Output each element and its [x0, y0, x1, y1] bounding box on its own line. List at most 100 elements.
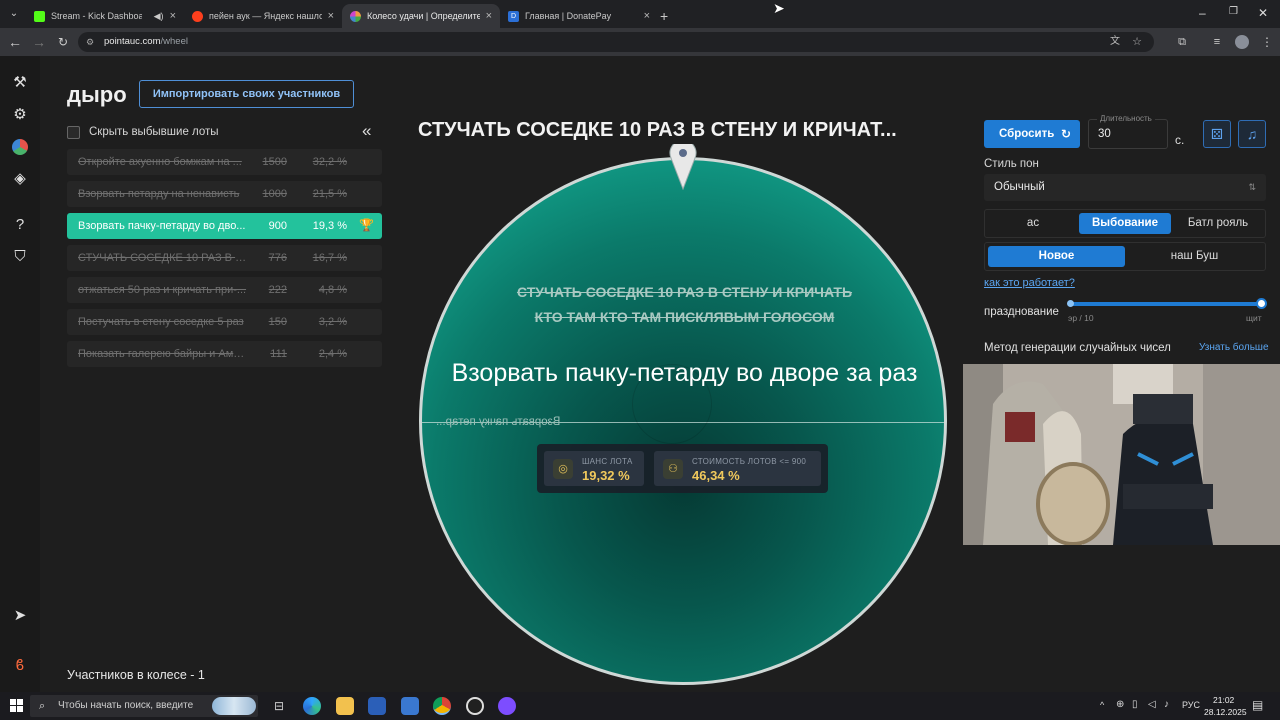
- lot-row-winner[interactable]: Взорвать пачку-петарду во дво... 900 19,…: [67, 213, 382, 239]
- app-icon[interactable]: [498, 697, 516, 715]
- chrome-icon[interactable]: [433, 697, 451, 715]
- tray-mic-icon[interactable]: ▯: [1132, 699, 1138, 710]
- reload-icon[interactable]: ↻: [55, 34, 71, 50]
- close-window-icon[interactable]: ✕: [1258, 6, 1268, 20]
- lot-row[interactable]: Постучать в стену соседке 5 раз 150 3,2 …: [67, 309, 382, 335]
- profile-avatar[interactable]: [1235, 35, 1249, 49]
- notifications-icon[interactable]: ▤: [1252, 698, 1263, 712]
- import-participants-button[interactable]: Импортировать своих участников: [139, 80, 354, 108]
- duration-field[interactable]: Длительность 30: [1088, 114, 1168, 149]
- collapse-panel-icon[interactable]: «: [362, 121, 371, 141]
- mode-option-battle-royale[interactable]: Батл рояль: [1173, 213, 1263, 234]
- close-icon[interactable]: ×: [486, 10, 492, 22]
- url-input[interactable]: ⚙ pointauc.com/wheel 文 ☆: [78, 32, 1154, 52]
- lot-name: Показать галерею байры и Амы-...: [78, 348, 252, 360]
- celebration-label: празднование: [984, 306, 1059, 318]
- lot-percent: 32,2 %: [312, 156, 347, 168]
- site-info-icon[interactable]: ⚙: [86, 32, 94, 52]
- reset-button[interactable]: Сбросить ↻: [984, 120, 1080, 148]
- close-icon[interactable]: ×: [644, 10, 650, 22]
- slider-max-label: щит: [1246, 313, 1262, 323]
- mirrored-segment-label: Взорвать пачку петар...: [436, 416, 561, 428]
- url-path: /wheel: [160, 36, 188, 47]
- lot-row[interactable]: Откройте ахуенно бомжам на ... 1500 32,2…: [67, 149, 382, 175]
- store-icon[interactable]: [368, 697, 386, 715]
- slider-start-dot: [1067, 300, 1074, 307]
- back-icon[interactable]: ←: [7, 34, 23, 50]
- order-option-second[interactable]: наш Буш: [1126, 246, 1263, 267]
- style-select[interactable]: Обычный ⇅: [984, 174, 1266, 201]
- lot-name: отжаться 50 раз и кричать при-...: [78, 284, 247, 296]
- mode-option-classic[interactable]: ас: [988, 213, 1078, 234]
- music-button[interactable]: ♫: [1238, 120, 1266, 148]
- mode-toggle: ас Выбование Батл рояль: [984, 209, 1266, 238]
- tab-label: пейен аук — Яндекс нашлось: [209, 11, 322, 21]
- obs-icon[interactable]: [466, 697, 484, 715]
- forward-icon[interactable]: →: [31, 34, 47, 50]
- mail-icon[interactable]: [401, 697, 419, 715]
- fortune-wheel[interactable]: СТУЧАТЬ СОСЕДКЕ 10 РАЗ В СТЕНУ И КРИЧАТЬ…: [419, 157, 947, 685]
- telegram-icon[interactable]: ➤: [10, 606, 30, 626]
- style-label: Стиль пон: [984, 158, 1039, 170]
- help-icon[interactable]: ?: [10, 215, 30, 235]
- lot-percent: 3,2 %: [318, 316, 347, 328]
- lot-value: 111: [270, 348, 287, 360]
- settings-gear-icon[interactable]: ⚙: [10, 105, 30, 125]
- search-placeholder: Чтобы начать поиск, введите: [58, 700, 194, 711]
- learn-more-link[interactable]: Узнать больше: [1199, 342, 1269, 353]
- translate-icon[interactable]: 文: [1110, 32, 1120, 52]
- tab-label: Stream - Kick Dashboard: [51, 11, 142, 21]
- slider-thumb[interactable]: [1256, 298, 1267, 309]
- taskbar-search-input[interactable]: ⌕ Чтобы начать поиск, введите: [30, 695, 258, 717]
- target-icon: ◎: [553, 459, 573, 479]
- speaker-icon[interactable]: ◀): [154, 11, 164, 22]
- order-option-new[interactable]: Новое: [988, 246, 1125, 267]
- tray-sound-icon[interactable]: ♪: [1164, 699, 1169, 710]
- lot-value: 150: [268, 316, 287, 328]
- donatepay-favicon-icon: D: [508, 10, 519, 22]
- windows-start-icon[interactable]: [10, 699, 23, 712]
- close-icon[interactable]: ×: [328, 10, 334, 22]
- layers-icon[interactable]: ◈: [10, 169, 30, 189]
- file-explorer-icon[interactable]: [336, 697, 354, 715]
- lot-row[interactable]: Взорвать петарду на ненависть 1000 21,5 …: [67, 181, 382, 207]
- tray-language[interactable]: РУС: [1182, 700, 1200, 710]
- tray-clock-time[interactable]: 21:02: [1213, 695, 1234, 705]
- auction-hammer-icon[interactable]: ⚒: [10, 73, 30, 93]
- lot-row[interactable]: СТУЧАТЬ СОСЕДКЕ 10 РАЗ В СТ... 776 16,7 …: [67, 245, 382, 271]
- stat-label: ШАНС ЛОТА: [582, 457, 633, 466]
- media-icon[interactable]: ≡: [1209, 34, 1225, 50]
- checkbox-box[interactable]: [67, 125, 80, 139]
- boosty-icon[interactable]: ϐ: [10, 656, 30, 676]
- task-view-icon[interactable]: ⊟: [270, 697, 288, 715]
- close-icon[interactable]: ×: [170, 10, 176, 22]
- shield-icon[interactable]: ⛉: [10, 247, 30, 267]
- tab-donatepay[interactable]: D Главная | DonatePay ×: [500, 4, 658, 28]
- bookmark-star-icon[interactable]: ☆: [1132, 32, 1142, 52]
- tray-chevron-icon[interactable]: ^: [1100, 700, 1104, 710]
- menu-kebab-icon[interactable]: ⋮: [1259, 34, 1275, 50]
- mode-option-elimination[interactable]: Выбование: [1079, 213, 1171, 234]
- new-tab-button[interactable]: +: [660, 4, 668, 28]
- celebration-slider[interactable]: [1070, 302, 1262, 306]
- dice-random-button[interactable]: ⚄: [1203, 120, 1231, 148]
- tray-volume-icon[interactable]: ◁: [1148, 699, 1156, 710]
- wheel-pie-icon[interactable]: [10, 137, 30, 157]
- extensions-icon[interactable]: ⧉: [1174, 34, 1190, 50]
- how-it-works-link[interactable]: как это работает?: [984, 277, 1075, 289]
- edge-icon[interactable]: [303, 697, 321, 715]
- tab-kick-dashboard[interactable]: Stream - Kick Dashboard ◀) ×: [26, 4, 184, 28]
- tab-wheel[interactable]: Колесо удачи | Определите п... ×: [342, 4, 500, 28]
- lot-row[interactable]: отжаться 50 раз и кричать при-... 222 4,…: [67, 277, 382, 303]
- lot-row[interactable]: Показать галерею байры и Амы-... 111 2,4…: [67, 341, 382, 367]
- yandex-favicon-icon: [192, 10, 203, 22]
- duration-unit: с.: [1175, 133, 1185, 147]
- tab-search-icon[interactable]: ⌄: [6, 6, 22, 22]
- tray-network-icon[interactable]: ⊕: [1116, 699, 1124, 710]
- maximize-icon[interactable]: ❐: [1229, 6, 1238, 17]
- hide-eliminated-checkbox[interactable]: Скрыть выбывшие лоты: [67, 124, 219, 140]
- tray-clock-date[interactable]: 28.12.2025: [1204, 707, 1247, 717]
- lot-stats-panel: ◎ ШАНС ЛОТА 19,32 % ⚇ СТОИМОСТЬ ЛОТОВ <=…: [537, 444, 828, 493]
- minimize-icon[interactable]: –: [1199, 6, 1206, 20]
- tab-yandex[interactable]: пейен аук — Яндекс нашлось ×: [184, 4, 342, 28]
